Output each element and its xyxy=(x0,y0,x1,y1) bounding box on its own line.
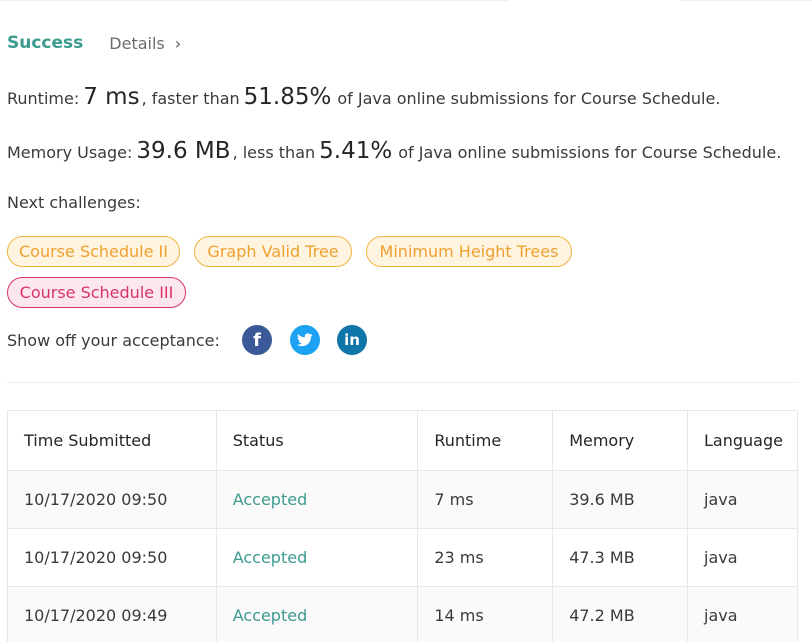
challenge-tag-minimum-height-trees[interactable]: Minimum Height Trees xyxy=(366,236,572,267)
cell-language: java xyxy=(687,528,798,587)
runtime-suffix: of Java online submissions for Course Sc… xyxy=(337,89,721,108)
runtime-percent: 51.85% xyxy=(243,84,332,110)
cell-time-submitted: 10/17/2020 09:49 xyxy=(7,586,217,642)
memory-comparison: , less than xyxy=(232,143,316,162)
details-link[interactable]: Details › xyxy=(109,34,181,53)
facebook-icon[interactable]: f xyxy=(242,325,272,355)
memory-percent: 5.41% xyxy=(319,138,393,164)
cell-runtime: 23 ms xyxy=(417,528,554,587)
runtime-comparison: , faster than xyxy=(141,89,240,108)
next-challenges-label: Next challenges: xyxy=(7,193,141,212)
cell-runtime: 7 ms xyxy=(417,470,554,529)
result-status: Success xyxy=(7,33,84,53)
table-row: 10/17/2020 09:50 Accepted 7 ms 39.6 MB j… xyxy=(7,470,798,529)
cell-memory: 47.2 MB xyxy=(552,586,689,642)
result-header: Success Details › xyxy=(7,31,181,55)
accepted-link[interactable]: Accepted xyxy=(233,490,308,509)
active-tab-gap xyxy=(508,0,680,1)
header-language: Language xyxy=(687,410,798,471)
cell-time-submitted: 10/17/2020 09:50 xyxy=(7,470,217,529)
cell-runtime: 14 ms xyxy=(417,586,554,642)
accepted-link[interactable]: Accepted xyxy=(233,606,308,625)
linkedin-glyph: in xyxy=(344,331,360,349)
table-header-row: Time Submitted Status Runtime Memory Lan… xyxy=(7,410,798,471)
challenge-tag-graph-valid-tree[interactable]: Graph Valid Tree xyxy=(194,236,352,267)
share-row: Show off your acceptance: xyxy=(7,325,220,355)
share-label: Show off your acceptance: xyxy=(7,330,220,350)
runtime-value: 7 ms xyxy=(83,84,140,110)
cell-memory: 39.6 MB xyxy=(552,470,689,529)
table-row: 10/17/2020 09:50 Accepted 23 ms 47.3 MB … xyxy=(7,528,798,587)
header-runtime: Runtime xyxy=(417,410,554,471)
runtime-label: Runtime: xyxy=(7,89,80,108)
challenge-tag-course-schedule-ii[interactable]: Course Schedule II xyxy=(7,236,180,267)
memory-stat: Memory Usage: 39.6 MB , less than 5.41% … xyxy=(7,138,781,164)
top-divider xyxy=(0,0,812,1)
facebook-glyph: f xyxy=(253,329,261,351)
twitter-icon[interactable] xyxy=(290,325,320,355)
cell-status: Accepted xyxy=(215,528,419,587)
memory-value: 39.6 MB xyxy=(136,138,231,164)
linkedin-icon[interactable]: in xyxy=(337,325,367,355)
submission-result-page: Success Details › Runtime: 7 ms , faster… xyxy=(0,0,812,642)
chevron-right-icon: › xyxy=(174,33,182,53)
cell-memory: 47.3 MB xyxy=(552,528,689,587)
runtime-stat: Runtime: 7 ms , faster than 51.85% of Ja… xyxy=(7,84,720,110)
header-status: Status xyxy=(215,410,419,471)
memory-suffix: of Java online submissions for Course Sc… xyxy=(398,143,782,162)
cell-language: java xyxy=(687,586,798,642)
twitter-bird-glyph xyxy=(297,333,313,347)
accepted-link[interactable]: Accepted xyxy=(233,548,308,567)
cell-status: Accepted xyxy=(215,586,419,642)
details-label: Details xyxy=(109,33,165,53)
cell-time-submitted: 10/17/2020 09:50 xyxy=(7,528,217,587)
challenge-tag-course-schedule-iii[interactable]: Course Schedule III xyxy=(7,277,186,308)
table-row: 10/17/2020 09:49 Accepted 14 ms 47.2 MB … xyxy=(7,586,798,642)
section-divider xyxy=(7,382,798,383)
header-memory: Memory xyxy=(552,410,689,471)
memory-label: Memory Usage: xyxy=(7,143,133,162)
header-time-submitted: Time Submitted xyxy=(7,410,217,471)
cell-language: java xyxy=(687,470,798,529)
submissions-table: Time Submitted Status Runtime Memory Lan… xyxy=(7,410,798,642)
cell-status: Accepted xyxy=(215,470,419,529)
